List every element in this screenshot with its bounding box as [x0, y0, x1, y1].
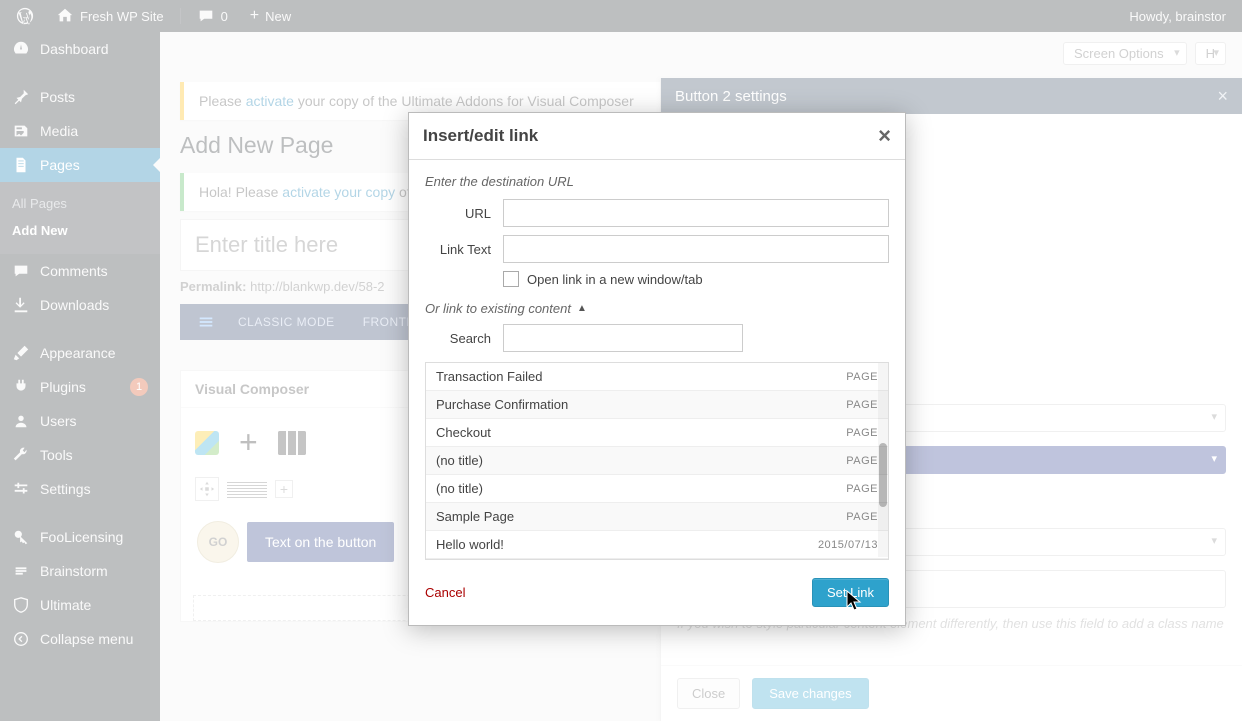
- list-item[interactable]: CheckoutPAGE: [426, 419, 888, 447]
- new-tab-label: Open link in a new window/tab: [527, 272, 703, 287]
- modal-title: Insert/edit link: [423, 126, 538, 146]
- list-item[interactable]: (no title)PAGE: [426, 475, 888, 503]
- list-item[interactable]: Transaction FailedPAGE: [426, 363, 888, 391]
- list-item[interactable]: Purchase ConfirmationPAGE: [426, 391, 888, 419]
- list-item[interactable]: Hello world!2015/07/13: [426, 531, 888, 559]
- link-text-label: Link Text: [425, 242, 503, 257]
- url-input[interactable]: [503, 199, 889, 227]
- caret-up-icon: ▲: [577, 303, 587, 314]
- search-label: Search: [425, 331, 503, 346]
- link-existing-toggle[interactable]: Or link to existing content ▲: [425, 301, 889, 316]
- list-item[interactable]: Sample PagePAGE: [426, 503, 888, 531]
- list-scrollbar[interactable]: [878, 363, 888, 557]
- existing-content-list: Transaction FailedPAGEPurchase Confirmat…: [425, 362, 889, 560]
- new-tab-checkbox[interactable]: [503, 271, 519, 287]
- list-item[interactable]: (no title)PAGE: [426, 447, 888, 475]
- list-scroll-thumb[interactable]: [879, 443, 887, 507]
- modal-close-icon[interactable]: ×: [878, 123, 891, 149]
- modal-subtitle: Enter the destination URL: [425, 174, 889, 189]
- set-link-button[interactable]: Set Link: [812, 578, 889, 607]
- link-text-input[interactable]: [503, 235, 889, 263]
- search-input[interactable]: [503, 324, 743, 352]
- cancel-link[interactable]: Cancel: [425, 585, 465, 600]
- insert-link-modal: Insert/edit link × Enter the destination…: [408, 112, 906, 626]
- url-label: URL: [425, 206, 503, 221]
